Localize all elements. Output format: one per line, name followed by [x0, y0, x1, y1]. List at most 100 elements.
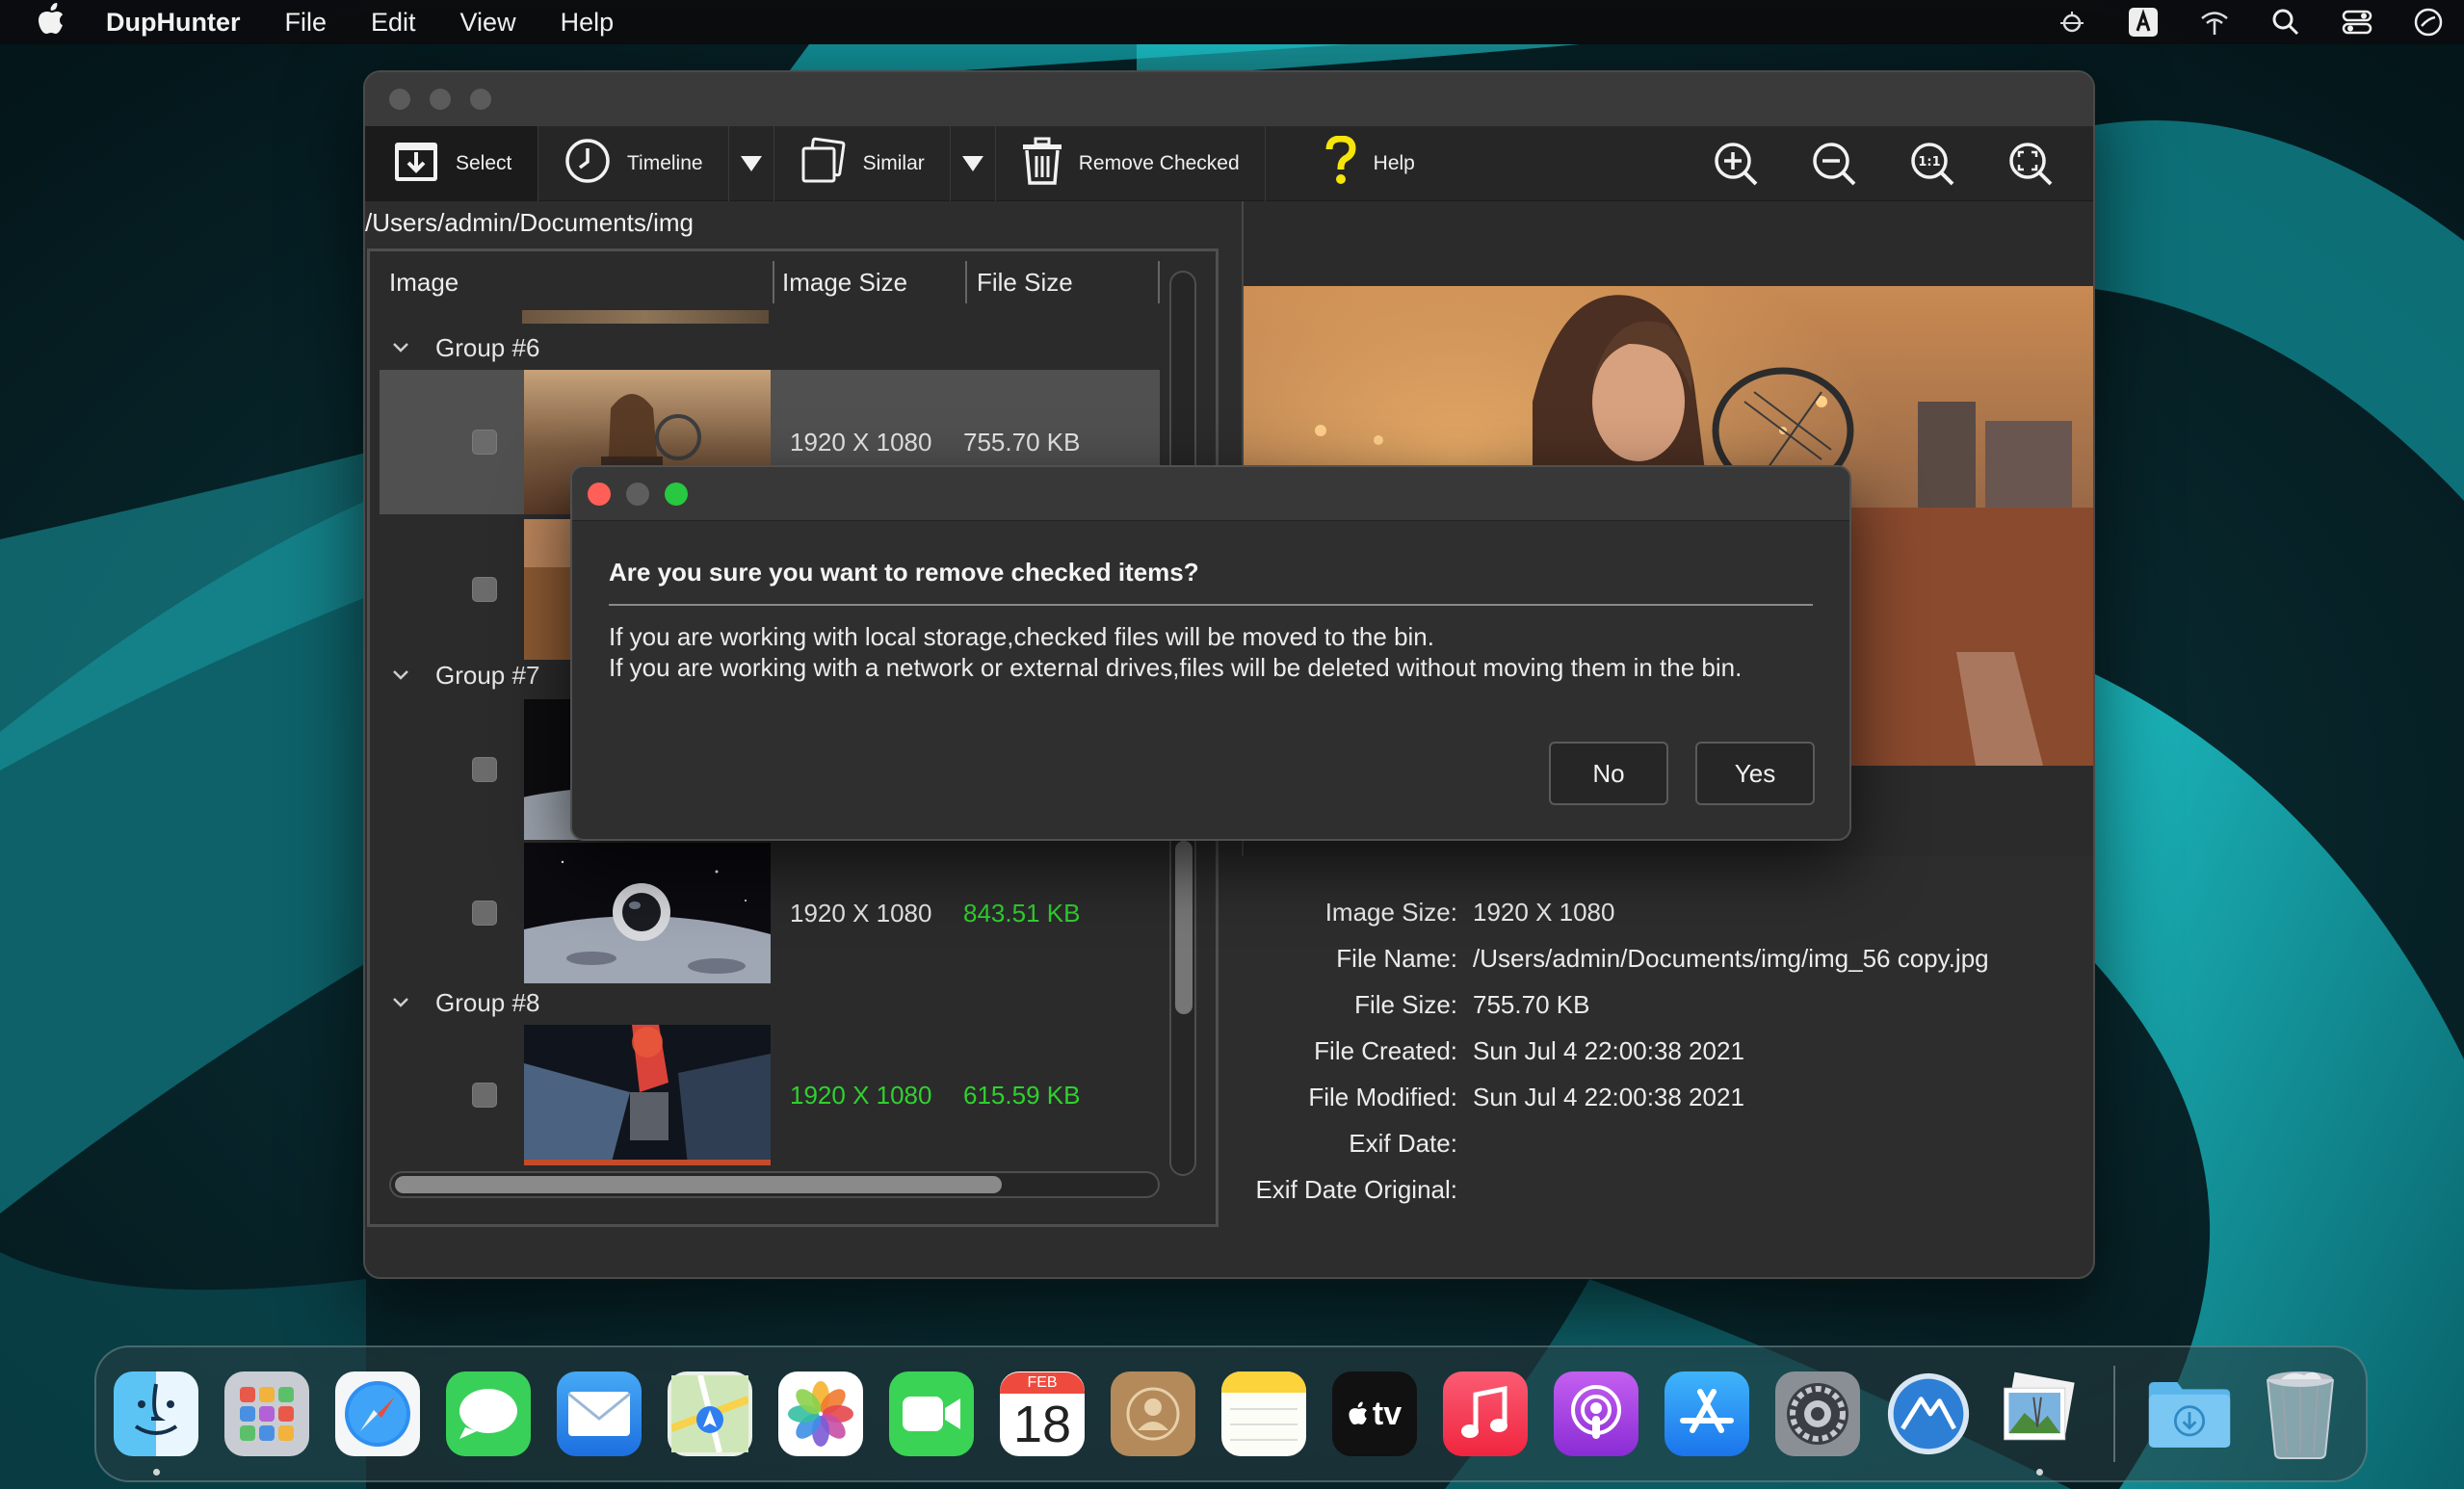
messages-icon[interactable] [446, 1371, 531, 1456]
running-indicator [153, 1469, 160, 1476]
horizontal-scrollbar[interactable] [389, 1171, 1160, 1198]
question-mark-icon [1324, 134, 1358, 192]
toolbar: Select Timeline Similar Remove Checked H… [365, 125, 2093, 201]
apple-tv-icon[interactable]: tv [1332, 1371, 1417, 1456]
row-file-size: 755.70 KB [963, 427, 1081, 457]
zoom-actual-size-icon[interactable]: 1:1 [1908, 140, 1956, 188]
wifi-icon[interactable] [2198, 6, 2231, 39]
calendar-day: 18 [1012, 1396, 1072, 1453]
no-button[interactable]: No [1549, 742, 1668, 805]
podcasts-icon[interactable] [1554, 1371, 1638, 1456]
zoom-out-icon[interactable] [1810, 140, 1858, 188]
group-row[interactable]: Group #6 [370, 323, 1160, 373]
row-image-size: 1920 X 1080 [790, 1080, 932, 1110]
group-row[interactable]: Group #8 [370, 978, 1160, 1028]
notes-icon[interactable] [1221, 1371, 1306, 1456]
duphunter-app-icon[interactable] [1886, 1371, 1971, 1456]
window-titlebar [365, 72, 2093, 126]
column-image[interactable]: Image [370, 261, 774, 303]
trash-bin-icon[interactable] [2258, 1371, 2343, 1459]
system-settings-icon[interactable] [1775, 1371, 1860, 1456]
dialog-message-line: If you are working with local storage,ch… [609, 622, 1434, 651]
dialog-divider [609, 604, 1813, 606]
yes-button[interactable]: Yes [1695, 742, 1815, 805]
similar-button[interactable]: Similar [774, 126, 950, 201]
clock-icon [564, 137, 612, 191]
menu-help[interactable]: Help [561, 8, 615, 38]
similar-dropdown-button[interactable] [949, 125, 996, 201]
select-button[interactable]: Select [365, 125, 538, 201]
zoom-fit-icon[interactable] [2006, 140, 2055, 188]
menu-app-name[interactable]: DupHunter [106, 8, 240, 38]
timeline-dropdown-button[interactable] [727, 125, 774, 201]
row-checkbox[interactable] [472, 577, 497, 602]
app-store-icon[interactable] [1665, 1371, 1749, 1456]
column-file-size[interactable]: File Size [967, 261, 1160, 303]
table-row[interactable]: 1920 X 1080 843.51 KB [380, 843, 1160, 983]
calendar-month: FEB [1000, 1372, 1085, 1394]
info-label: Image Size: [1324, 897, 1457, 927]
launchpad-icon[interactable] [224, 1371, 309, 1456]
window-minimize-button[interactable] [430, 89, 451, 110]
image-viewer-app-icon[interactable] [1997, 1371, 2082, 1476]
vertical-scroll-thumb[interactable] [1175, 841, 1193, 1014]
group-label: Group #7 [435, 660, 540, 690]
menu-edit[interactable]: Edit [371, 8, 416, 38]
maps-icon[interactable] [668, 1371, 752, 1456]
row-checkbox[interactable] [472, 757, 497, 782]
running-indicator [2036, 1469, 2043, 1476]
siri-clock-icon[interactable] [2412, 6, 2445, 39]
info-value: Sun Jul 4 22:00:38 2021 [1473, 1035, 1744, 1065]
column-image-size[interactable]: Image Size [774, 261, 967, 303]
window-close-button[interactable] [389, 89, 410, 110]
chevron-down-icon [393, 998, 408, 1007]
dock: FEB 18 tv [94, 1345, 2368, 1482]
music-icon[interactable] [1443, 1371, 1528, 1456]
info-row-image-size: Image Size: 1920 X 1080 [1242, 889, 2093, 935]
bug-status-icon[interactable] [2056, 6, 2088, 39]
apple-logo-icon[interactable] [37, 2, 77, 42]
mail-icon[interactable] [557, 1371, 642, 1456]
facetime-icon[interactable] [889, 1371, 974, 1456]
dialog-titlebar [572, 467, 1849, 521]
thumbnail-astronaut [524, 843, 771, 983]
keyboard-input-icon[interactable] [2127, 6, 2160, 39]
menu-file[interactable]: File [284, 8, 327, 38]
triangle-down-icon [740, 155, 762, 171]
contacts-icon[interactable] [1111, 1371, 1195, 1456]
row-file-size: 843.51 KB [963, 898, 1081, 927]
svg-text:1:1: 1:1 [1918, 155, 1940, 170]
zoom-in-icon[interactable] [1712, 140, 1760, 188]
dialog-message: If you are working with local storage,ch… [609, 621, 1742, 683]
remove-confirm-dialog: Are you sure you want to remove checked … [570, 465, 1851, 841]
photos-icon[interactable] [778, 1371, 863, 1456]
dialog-question: Are you sure you want to remove checked … [609, 558, 1199, 587]
row-checkbox[interactable] [472, 1083, 497, 1108]
info-row-exif-date-original: Exif Date Original: [1242, 1166, 2093, 1213]
list-header: Image Image Size File Size [370, 251, 1169, 309]
remove-checked-button[interactable]: Remove Checked [996, 125, 1266, 201]
horizontal-scroll-thumb[interactable] [395, 1176, 1002, 1193]
dialog-message-line: If you are working with a network or ext… [609, 653, 1743, 682]
window-zoom-button[interactable] [470, 89, 491, 110]
safari-icon[interactable] [335, 1371, 420, 1456]
info-label: Exif Date Original: [1255, 1174, 1457, 1204]
dock-separator [2113, 1366, 2115, 1462]
dialog-close-button[interactable] [588, 482, 611, 506]
downloads-folder-icon[interactable] [2147, 1371, 2232, 1456]
help-button[interactable]: Help [1266, 126, 1440, 201]
info-value: 1920 X 1080 [1473, 897, 1615, 927]
spotlight-search-icon[interactable] [2269, 6, 2302, 39]
row-checkbox[interactable] [472, 430, 497, 455]
calendar-icon[interactable]: FEB 18 [1000, 1371, 1085, 1456]
dialog-minimize-button [626, 482, 649, 506]
control-center-icon[interactable] [2341, 6, 2373, 39]
timeline-button[interactable]: Timeline [538, 126, 728, 201]
menu-view[interactable]: View [460, 8, 516, 38]
finder-icon[interactable] [114, 1371, 198, 1476]
table-row[interactable]: 1920 X 1080 615.59 KB [380, 1025, 1160, 1165]
row-checkbox[interactable] [472, 901, 497, 926]
similar-images-icon [799, 137, 848, 191]
file-info-panel: Image Size: 1920 X 1080 File Name: /User… [1242, 889, 2093, 1213]
dialog-zoom-button[interactable] [665, 482, 688, 506]
